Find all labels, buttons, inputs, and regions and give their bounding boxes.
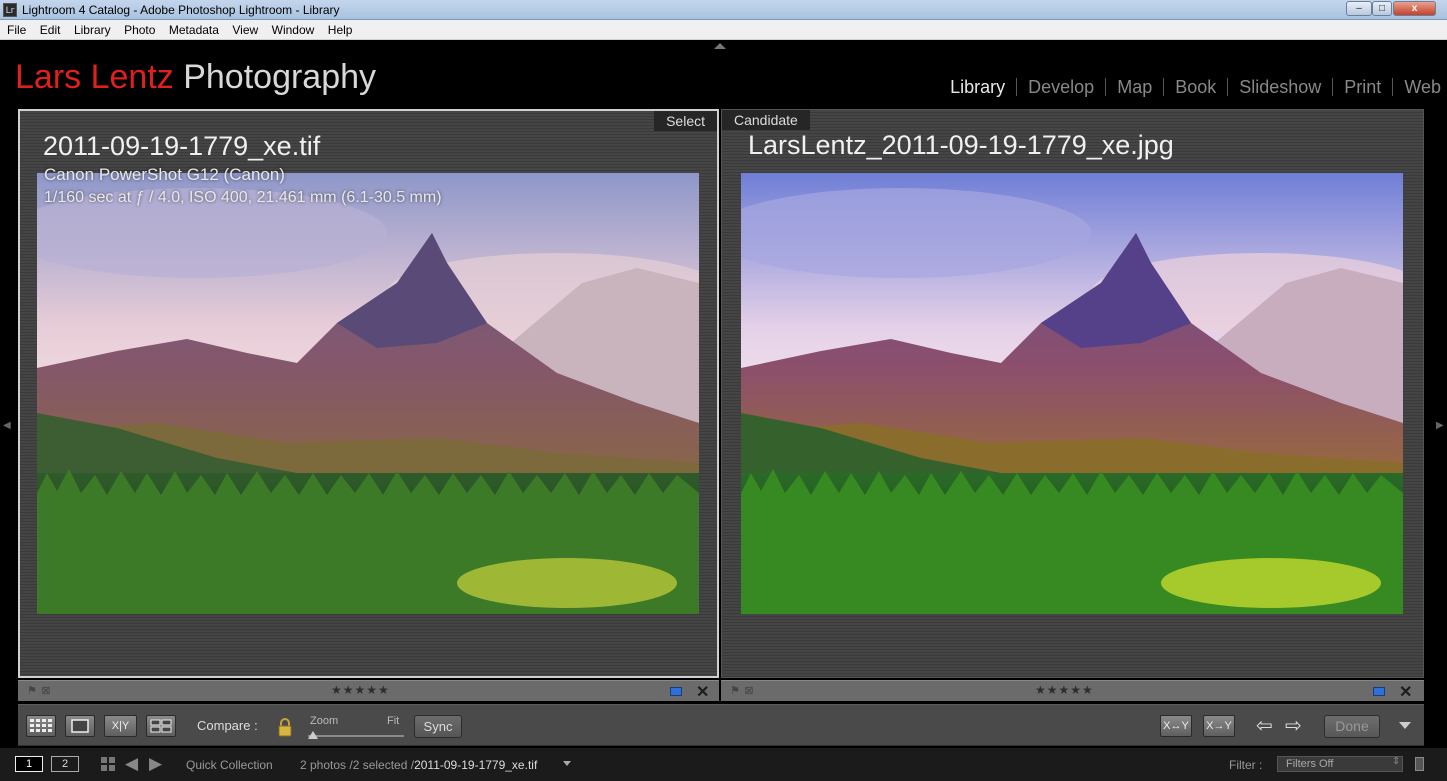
grid-icon[interactable] bbox=[101, 757, 115, 771]
candidate-color-label[interactable] bbox=[1373, 687, 1385, 696]
previous-photo-arrow-icon[interactable]: ⇦ bbox=[1256, 716, 1273, 736]
source-label[interactable]: Quick Collection bbox=[186, 758, 273, 772]
select-filename: 2011-09-19-1779_xe.tif bbox=[43, 131, 321, 161]
identity-plate-subtitle: Photography bbox=[183, 58, 377, 96]
identity-plate: Lars Lentz Photography bbox=[15, 58, 376, 97]
filter-lock-switch[interactable] bbox=[1415, 757, 1424, 771]
filter-label: Filter : bbox=[1229, 758, 1263, 772]
close-window-button[interactable]: x bbox=[1393, 1, 1436, 16]
select-rating-stars[interactable]: ★★★★★ bbox=[331, 683, 390, 697]
candidate-info-bar: ⚑ ⊠ ★★★★★ ✕ bbox=[721, 680, 1424, 701]
module-divider bbox=[1392, 78, 1394, 96]
pick-flag-icon[interactable]: ⚑ bbox=[729, 685, 741, 697]
select-close-button[interactable]: ✕ bbox=[696, 682, 709, 702]
exposure-info: 1/160 sec at ƒ / 4.0, ISO 400, 21.461 mm… bbox=[44, 189, 442, 206]
filter-select[interactable]: Filters Off bbox=[1277, 756, 1403, 772]
grid-view-icon[interactable] bbox=[26, 715, 56, 737]
camera-info: Canon PowerShot G12 (Canon) bbox=[44, 165, 285, 184]
library-toolbar: X|Y Compare : Zoom Fit Sync X↔Y X→Y ⇦ ⇨ … bbox=[18, 704, 1424, 746]
loupe-view-icon[interactable] bbox=[65, 715, 95, 737]
zoom-slider[interactable] bbox=[308, 735, 404, 737]
zoom-slider-thumb[interactable] bbox=[308, 731, 318, 739]
select-info-bar: ⚑ ⊠ ★★★★★ ✕ bbox=[18, 680, 719, 701]
selection-count-text: 2 photos /2 selected / bbox=[300, 758, 415, 772]
select-photo[interactable] bbox=[37, 173, 699, 614]
fit-label: Fit bbox=[387, 715, 400, 727]
module-divider bbox=[1016, 78, 1018, 96]
compare-view-button[interactable]: X|Y bbox=[104, 715, 137, 737]
reject-flag-icon[interactable]: ⊠ bbox=[743, 685, 755, 697]
right-panel-toggle-icon[interactable]: ▶ bbox=[1436, 420, 1444, 431]
swap-button[interactable]: X↔Y bbox=[1160, 715, 1192, 737]
module-book[interactable]: Book bbox=[1175, 77, 1216, 98]
menu-window[interactable]: Window bbox=[265, 20, 315, 37]
left-panel-toggle-icon[interactable]: ◀ bbox=[3, 420, 11, 431]
next-photo-arrow-icon[interactable]: ⇨ bbox=[1285, 716, 1302, 736]
sync-button[interactable]: Sync bbox=[414, 715, 462, 738]
menu-bar: File Edit Library Photo Metadata View Wi… bbox=[0, 20, 1447, 40]
module-library[interactable]: Library bbox=[950, 77, 1005, 98]
filter-stepper-icon[interactable]: ⇕ bbox=[1392, 756, 1400, 767]
candidate-tag: Candidate bbox=[722, 110, 810, 130]
maximize-button[interactable]: □ bbox=[1372, 1, 1392, 16]
menu-edit[interactable]: Edit bbox=[33, 20, 61, 37]
module-divider bbox=[1227, 78, 1229, 96]
module-print[interactable]: Print bbox=[1344, 77, 1381, 98]
module-divider bbox=[1332, 78, 1334, 96]
done-button[interactable]: Done bbox=[1324, 715, 1380, 738]
select-color-label[interactable] bbox=[670, 687, 682, 696]
source-chevron-down-icon[interactable] bbox=[563, 761, 571, 766]
window-title-bar: Lr Lightroom 4 Catalog - Adobe Photoshop… bbox=[0, 0, 1447, 20]
selection-count: 2 photos /2 selected /2011-09-19-1779_xe… bbox=[300, 758, 537, 772]
make-select-button[interactable]: X→Y bbox=[1203, 715, 1235, 737]
window-title: Lightroom 4 Catalog - Adobe Photoshop Li… bbox=[22, 3, 340, 17]
toolbar-options-chevron-down-icon[interactable] bbox=[1399, 722, 1411, 729]
module-develop[interactable]: Develop bbox=[1028, 77, 1094, 98]
candidate-pane[interactable]: Candidate LarsLentz_2011-09-19-1779_xe.j… bbox=[721, 109, 1424, 678]
menu-library[interactable]: Library bbox=[67, 20, 111, 37]
menu-view[interactable]: View bbox=[225, 20, 258, 37]
menu-metadata[interactable]: Metadata bbox=[162, 20, 219, 37]
module-divider bbox=[1105, 78, 1107, 96]
current-filename: 2011-09-19-1779_xe.tif bbox=[414, 758, 538, 772]
primary-window-button[interactable]: 1 bbox=[15, 756, 43, 772]
select-pane[interactable]: Select 2011-09-19-1779_xe.tif Canon Powe… bbox=[18, 109, 719, 678]
module-map[interactable]: Map bbox=[1117, 77, 1152, 98]
mountain-landscape-image bbox=[741, 173, 1403, 614]
module-divider bbox=[1163, 78, 1165, 96]
compare-label: Compare : bbox=[197, 718, 258, 733]
select-tag: Select bbox=[654, 111, 717, 131]
candidate-filename: LarsLentz_2011-09-19-1779_xe.jpg bbox=[748, 130, 1174, 160]
forward-arrow-icon[interactable]: ▶ bbox=[149, 754, 162, 774]
lock-icon[interactable] bbox=[277, 717, 293, 737]
module-web[interactable]: Web bbox=[1404, 77, 1441, 98]
top-panel-toggle-icon[interactable] bbox=[714, 43, 726, 49]
secondary-window-button[interactable]: 2 bbox=[51, 756, 79, 772]
pick-flag-icon[interactable]: ⚑ bbox=[26, 685, 38, 697]
zoom-label: Zoom bbox=[310, 715, 339, 727]
candidate-photo[interactable] bbox=[741, 173, 1403, 614]
lightroom-app-icon: Lr bbox=[3, 3, 17, 17]
menu-help[interactable]: Help bbox=[321, 20, 353, 37]
minimize-button[interactable]: – bbox=[1346, 1, 1372, 16]
menu-photo[interactable]: Photo bbox=[117, 20, 155, 37]
module-picker: Library Develop Map Book Slideshow Print Web bbox=[950, 77, 1441, 98]
mountain-landscape-image bbox=[37, 173, 699, 614]
back-arrow-icon[interactable]: ◀ bbox=[125, 754, 138, 774]
survey-view-icon[interactable] bbox=[146, 715, 176, 737]
identity-plate-name: Lars Lentz bbox=[15, 58, 174, 96]
reject-flag-icon[interactable]: ⊠ bbox=[40, 685, 52, 697]
candidate-close-button[interactable]: ✕ bbox=[1399, 682, 1412, 702]
filmstrip-header: 1 2 ◀ ▶ Quick Collection 2 photos /2 sel… bbox=[0, 748, 1447, 781]
module-slideshow[interactable]: Slideshow bbox=[1239, 77, 1321, 98]
menu-file[interactable]: File bbox=[0, 20, 26, 37]
candidate-rating-stars[interactable]: ★★★★★ bbox=[1035, 683, 1094, 697]
